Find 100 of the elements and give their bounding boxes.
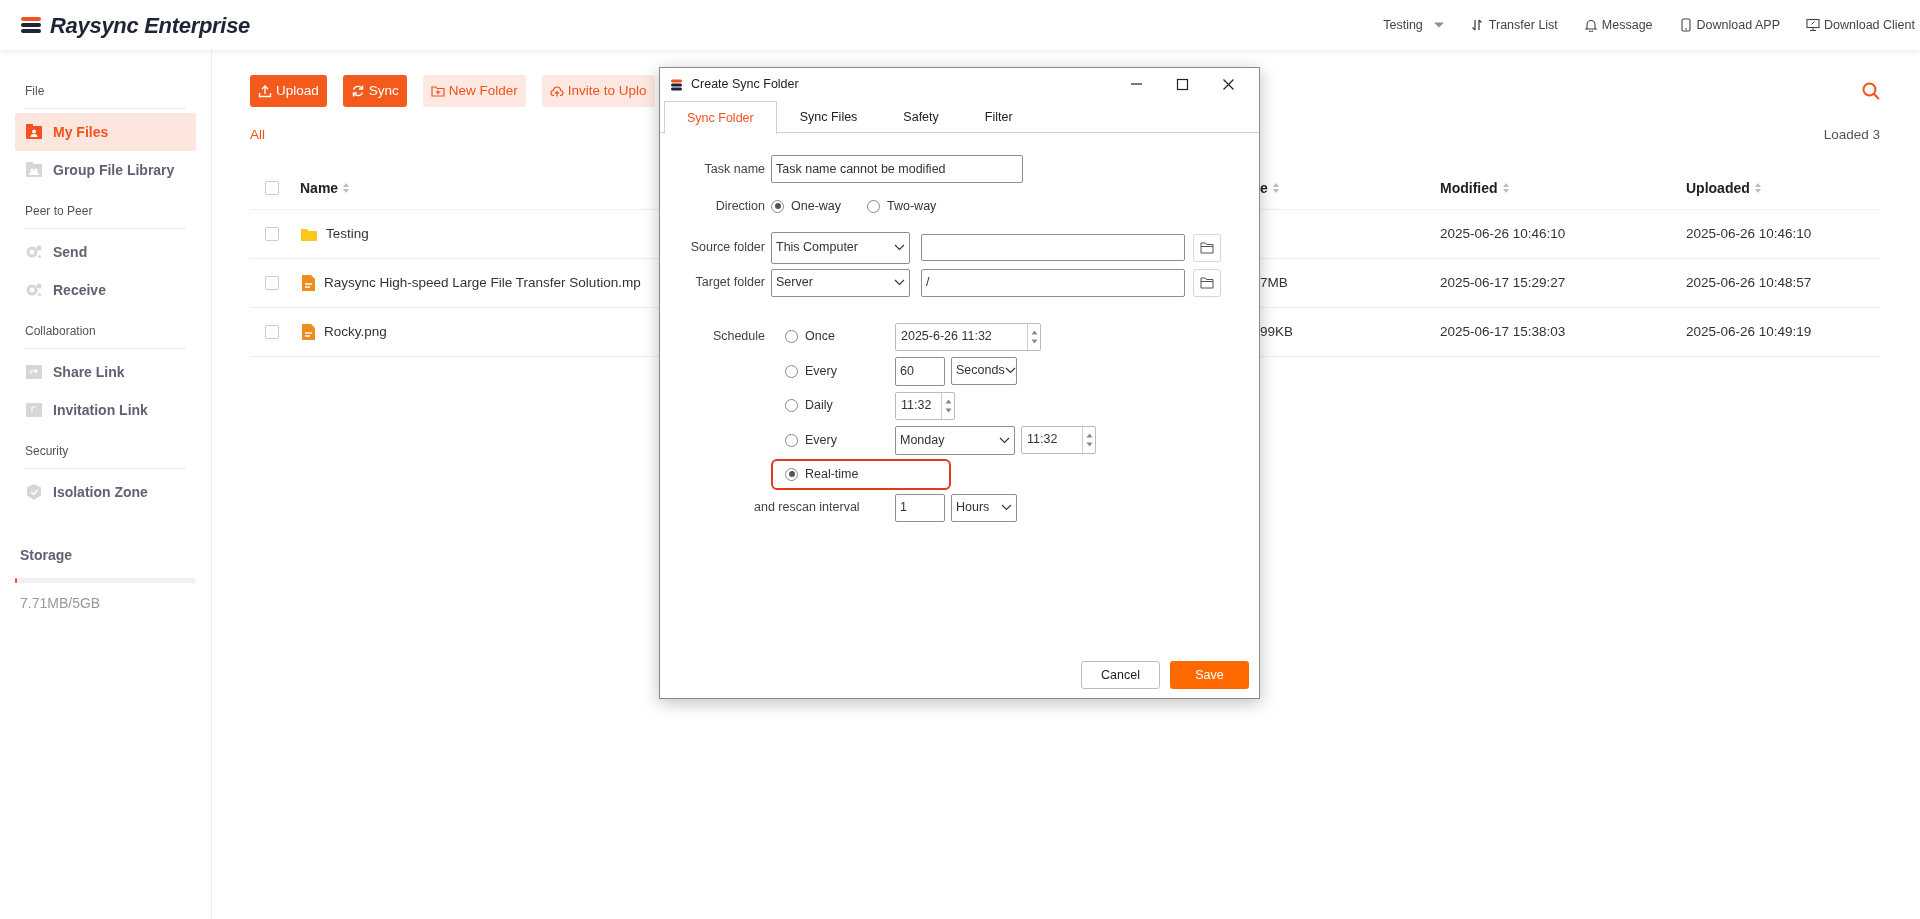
sort-icon — [342, 182, 351, 195]
radio-label[interactable]: Two-way — [887, 197, 937, 216]
chevron-icon — [894, 244, 905, 252]
field-label: Direction — [714, 198, 765, 215]
dialog-title: Create Sync Folder — [691, 76, 799, 94]
column-header[interactable]: Uploaded — [1686, 177, 1762, 199]
up-arrow-icon[interactable] — [944, 398, 952, 404]
browse-button[interactable] — [1193, 268, 1221, 297]
dropdown[interactable]: Hours — [951, 493, 1017, 522]
file-name[interactable]: Testing — [326, 224, 369, 245]
sidebar-item[interactable]: Isolation Zone — [15, 473, 196, 511]
spin-field[interactable]: 11:32 — [1021, 425, 1096, 454]
bell-icon — [1583, 18, 1598, 32]
tab[interactable]: Filter — [961, 101, 1036, 133]
file-icon — [300, 274, 316, 293]
sort-icon — [1753, 182, 1762, 195]
monitor-icon — [1805, 18, 1820, 32]
file-name[interactable]: Rocky.png — [324, 322, 387, 343]
tab[interactable]: Safety — [880, 101, 962, 133]
table-cell: 2025-06-26 10:46:10 — [1686, 226, 1812, 242]
close-icon — [1221, 78, 1235, 91]
radio-button[interactable] — [867, 199, 881, 213]
radio-button[interactable] — [785, 467, 798, 481]
radio-button[interactable] — [785, 399, 798, 413]
logo-icon — [20, 16, 42, 34]
dropdown[interactable]: Seconds — [951, 356, 1017, 385]
header-link[interactable]: Download APP — [1678, 15, 1780, 35]
radio-label[interactable]: One-way — [791, 197, 842, 216]
sidebar-item[interactable]: Group File Library — [15, 151, 196, 189]
field-label: Schedule — [711, 328, 765, 346]
dropdown[interactable]: This Computer — [771, 231, 910, 264]
sidebar-item[interactable]: Send — [15, 233, 196, 271]
folder-icon — [1200, 241, 1214, 254]
field-label: Target folder — [694, 274, 765, 292]
radio-label[interactable]: Daily — [805, 396, 833, 416]
folder-icon — [25, 123, 43, 141]
phone-icon — [1678, 18, 1693, 32]
down-arrow-icon[interactable] — [944, 407, 952, 413]
dropdown[interactable]: Server — [771, 268, 910, 297]
spin-field[interactable]: 2025-6-26 11:32 — [895, 322, 1041, 351]
column-header[interactable]: e — [1260, 177, 1280, 199]
column-header[interactable]: Name — [300, 177, 351, 199]
table-cell: 99KB — [1260, 324, 1294, 340]
tab[interactable]: Sync Folder — [664, 101, 777, 134]
chevron-icon — [1004, 367, 1016, 375]
folder-plus-icon — [430, 84, 445, 98]
cloud-upload-icon — [549, 84, 564, 98]
nodes-icon — [25, 243, 43, 261]
nodes-icon — [25, 281, 43, 299]
down-arrow-icon[interactable] — [1085, 441, 1093, 447]
down-arrow-icon[interactable] — [1030, 338, 1038, 344]
loaded-count: Loaded 3 — [1823, 126, 1880, 144]
tab[interactable]: Sync Files — [776, 101, 881, 133]
checkbox[interactable] — [265, 276, 279, 291]
input-field[interactable]: 1 — [895, 493, 945, 522]
chevron-icon — [894, 279, 905, 287]
table-cell: 2025-06-26 10:48:57 — [1686, 275, 1812, 291]
header-link[interactable]: Download Client — [1805, 15, 1915, 35]
search-icon[interactable] — [1862, 82, 1880, 100]
input-field[interactable]: 60 — [895, 356, 945, 386]
up-arrow-icon[interactable] — [1030, 329, 1038, 335]
sidebar-item[interactable]: Invitation Link — [15, 391, 196, 429]
storage-reading: 7.71MB/5GB — [20, 594, 102, 613]
user-menu[interactable]: Testing — [1383, 15, 1445, 35]
path-field[interactable] — [921, 234, 1185, 262]
sync-icon — [350, 84, 365, 98]
sidebar-item[interactable]: Share Link — [15, 353, 196, 391]
path-field[interactable]: / — [921, 268, 1185, 297]
field-label: and rescan interval — [754, 500, 860, 515]
caret-icon — [1432, 21, 1445, 29]
radio-button[interactable] — [771, 199, 784, 213]
radio-button[interactable] — [785, 330, 798, 344]
radio-button[interactable] — [785, 433, 798, 447]
radio-label[interactable]: Every — [805, 361, 837, 381]
radio-label[interactable]: Every — [805, 430, 837, 450]
radio-button[interactable] — [785, 364, 798, 378]
column-header[interactable]: Modified — [1440, 177, 1510, 199]
checkbox[interactable] — [265, 227, 279, 242]
checkbox[interactable] — [265, 325, 279, 340]
input-field[interactable]: Task name cannot be modified — [771, 155, 1023, 183]
cancel-button[interactable]: Cancel — [1081, 661, 1160, 689]
storage-heading: Storage — [20, 546, 74, 565]
chevron-icon — [999, 436, 1010, 444]
header-link[interactable]: Transfer List — [1470, 15, 1558, 35]
share-icon — [25, 363, 43, 381]
header-link[interactable]: Message — [1583, 15, 1653, 35]
section-heading: Security — [25, 442, 186, 469]
browse-button[interactable] — [1193, 233, 1221, 262]
radio-label[interactable]: Real-time — [805, 464, 859, 484]
table-cell: 2025-06-26 10:46:10 — [1440, 226, 1566, 242]
radio-label[interactable]: Once — [805, 327, 835, 347]
up-arrow-icon[interactable] — [1085, 432, 1093, 438]
spin-field[interactable]: 11:32 — [895, 391, 955, 420]
file-name[interactable]: Raysync High-speed Large File Transfer Solution.mp — [324, 273, 641, 294]
folder-icon — [300, 226, 318, 243]
checkbox[interactable] — [265, 181, 279, 196]
sidebar-item[interactable]: Receive — [15, 271, 196, 309]
table-cell: 7MB — [1260, 275, 1288, 291]
shield-icon — [25, 483, 43, 501]
dropdown[interactable]: Monday — [895, 425, 1015, 455]
